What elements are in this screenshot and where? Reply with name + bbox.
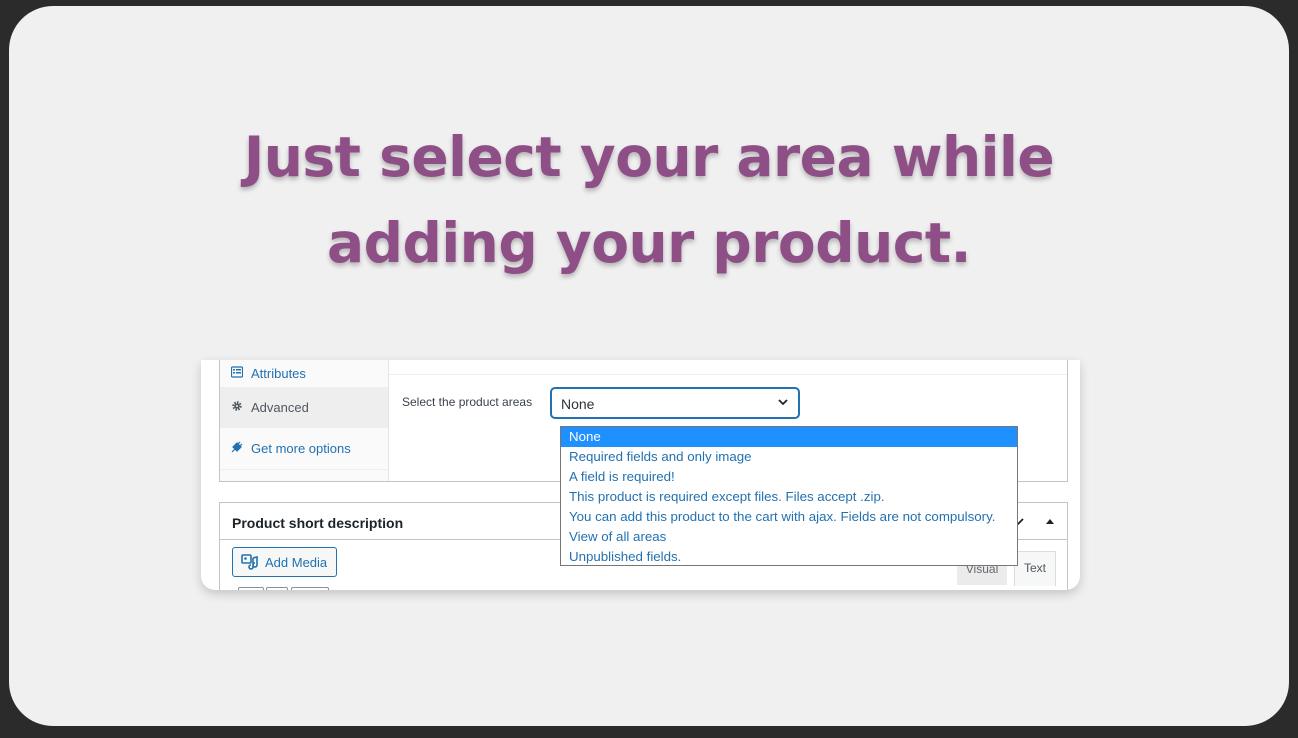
product-areas-dropdown: None Required fields and only image A fi… bbox=[560, 426, 1018, 566]
triangle-up-icon[interactable] bbox=[1042, 513, 1058, 529]
tab-advanced-label: Advanced bbox=[251, 400, 309, 415]
dropdown-option[interactable]: Unpublished fields. bbox=[561, 547, 1017, 567]
tab-advanced[interactable]: Advanced bbox=[220, 387, 388, 428]
dropdown-option[interactable]: A field is required! bbox=[561, 467, 1017, 487]
dropdown-option[interactable]: Required fields and only image bbox=[561, 447, 1017, 467]
product-areas-label: Select the product areas bbox=[402, 395, 533, 409]
add-media-label: Add Media bbox=[265, 555, 328, 570]
dropdown-option[interactable]: View of all areas bbox=[561, 527, 1017, 547]
list-icon bbox=[230, 366, 244, 378]
plugin-icon bbox=[231, 441, 243, 453]
select-value: None bbox=[561, 396, 595, 412]
toolbar-button[interactable] bbox=[238, 587, 264, 590]
chevron-down-icon bbox=[776, 395, 790, 409]
headline-line-1: Just select your area while bbox=[243, 125, 1055, 189]
add-media-button[interactable]: Add Media bbox=[232, 547, 337, 577]
panel-divider bbox=[389, 374, 1067, 375]
dropdown-option[interactable]: This product is required except files. F… bbox=[561, 487, 1017, 507]
product-areas-select[interactable]: None bbox=[551, 388, 799, 418]
media-icon bbox=[241, 553, 259, 571]
headline: Just select your area while adding your … bbox=[9, 114, 1289, 286]
headline-line-2: adding your product. bbox=[326, 211, 972, 275]
tab-attributes-label: Attributes bbox=[251, 366, 306, 381]
gear-icon bbox=[231, 400, 243, 412]
dropdown-option[interactable]: You can add this product to the cart wit… bbox=[561, 507, 1017, 527]
short-description-title: Product short description bbox=[232, 515, 404, 531]
toolbar-button[interactable] bbox=[291, 587, 329, 590]
tab-text[interactable]: Text bbox=[1014, 551, 1056, 586]
toolbar-button[interactable] bbox=[266, 587, 288, 590]
tab-get-more-options-label: Get more options bbox=[251, 441, 351, 456]
tab-get-more-options[interactable]: Get more options bbox=[220, 428, 388, 470]
dropdown-option[interactable]: None bbox=[561, 427, 1017, 447]
product-data-tabs: Attributes Advanced Get more options bbox=[220, 360, 389, 481]
